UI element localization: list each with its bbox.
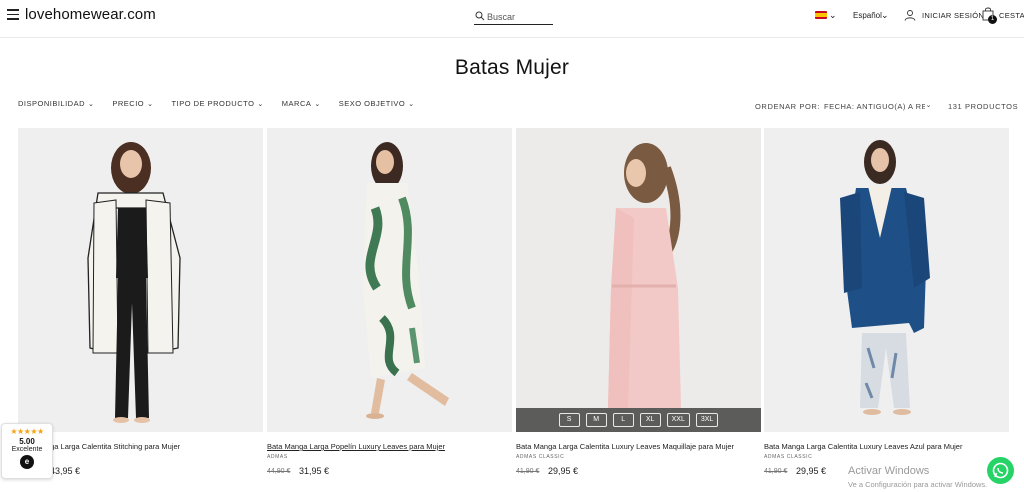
filter-availability[interactable]: DISPONIBILIDAD ⌄ [18, 99, 94, 111]
product-name[interactable]: Bata Manga Larga Calentita Luxury Leaves… [516, 442, 734, 451]
product-brand: ADMAS CLASSIC [516, 454, 565, 460]
product-old-price: 44,90 € [267, 468, 291, 475]
chevron-down-icon: ⌄ [408, 101, 415, 108]
chevron-down-icon: ⌄ [257, 101, 264, 108]
rating-label: Excelente [11, 446, 43, 453]
size-selector: S M L XL XXL 3XL [516, 408, 761, 432]
product-count: 131 PRODUCTOS [948, 102, 1019, 111]
size-option[interactable]: L [612, 413, 634, 427]
chevron-down-icon: ⌄ [88, 101, 95, 108]
hamburger-menu-icon[interactable] [7, 9, 19, 21]
product-brand: ADMAS CLASSIC [764, 454, 813, 460]
product-price: 29,95 € [796, 466, 827, 476]
language-selector[interactable]: Español [853, 11, 882, 20]
spain-flag-icon[interactable] [815, 11, 827, 19]
product-price: 29,95 € [548, 466, 579, 476]
product-image[interactable] [18, 128, 263, 432]
product-name[interactable]: Bata Manga Larga Popelín Luxury Leaves p… [267, 442, 445, 451]
site-header: lovehomewear.com ⌄ Español ⌄ INICIAR SES… [0, 0, 1024, 38]
filter-bar: DISPONIBILIDAD ⌄ PRECIO ⌄ TIPO DE PRODUCTO… [18, 99, 433, 111]
product-old-price: 41,90 € [764, 468, 788, 475]
filter-product-type[interactable]: TIPO DE PRODUCTO ⌄ [172, 99, 264, 111]
sort-select[interactable]: FECHA: ANTIGUO(A) A RECIENTE ⌄ [824, 102, 932, 111]
chevron-down-icon[interactable]: ⌄ [829, 10, 837, 21]
site-logo[interactable]: lovehomewear.com [25, 6, 156, 23]
rating-score: 5.00 [19, 437, 35, 446]
windows-activation-title: Activar Windows [848, 465, 930, 477]
product-image[interactable] [267, 128, 512, 432]
trusted-shops-logo-icon: e [20, 455, 34, 469]
filter-price[interactable]: PRECIO ⌄ [112, 99, 153, 111]
size-option[interactable]: M [585, 413, 607, 427]
size-option[interactable]: S [558, 413, 580, 427]
chevron-down-icon: ⌄ [147, 101, 154, 108]
page-title: Batas Mujer [454, 56, 570, 79]
whatsapp-chat-button[interactable] [987, 457, 1014, 484]
product-image[interactable] [764, 128, 1009, 432]
whatsapp-icon [992, 462, 1009, 479]
chevron-down-icon: ⌄ [314, 101, 321, 108]
trust-badge[interactable]: ★★★★★ 5.00 Excelente e [1, 423, 53, 479]
size-option[interactable]: XL [639, 413, 661, 427]
filter-gender[interactable]: SEXO OBJETIVO ⌄ [339, 99, 415, 111]
windows-activation-text: Ve a Configuración para activar Windows. [848, 480, 988, 489]
search-field[interactable] [474, 10, 553, 25]
product-image[interactable] [516, 128, 761, 432]
rating-stars-icon: ★★★★★ [10, 427, 44, 436]
chevron-down-icon: ⌄ [924, 102, 932, 109]
filter-brand[interactable]: MARCA ⌄ [282, 99, 321, 111]
sort-label: ORDENAR POR: [755, 102, 821, 111]
product-brand: ADMAS [267, 454, 288, 460]
search-icon [475, 11, 485, 21]
login-label: INICIAR SESIÓN [922, 11, 985, 20]
chevron-down-icon[interactable]: ⌄ [881, 10, 889, 21]
product-old-price: 41,90 € [516, 468, 540, 475]
cart-label: CESTA [999, 11, 1024, 20]
size-option[interactable]: 3XL [695, 413, 719, 427]
product-price: 31,95 € [299, 466, 330, 476]
search-input[interactable] [487, 10, 551, 24]
size-option[interactable]: XXL [666, 413, 690, 427]
product-name[interactable]: Bata Manga Larga Calentita Luxury Leaves… [764, 442, 962, 451]
cart-count-badge: 1 [988, 15, 997, 24]
product-price: 43,95 € [50, 466, 81, 476]
user-icon [904, 10, 916, 21]
